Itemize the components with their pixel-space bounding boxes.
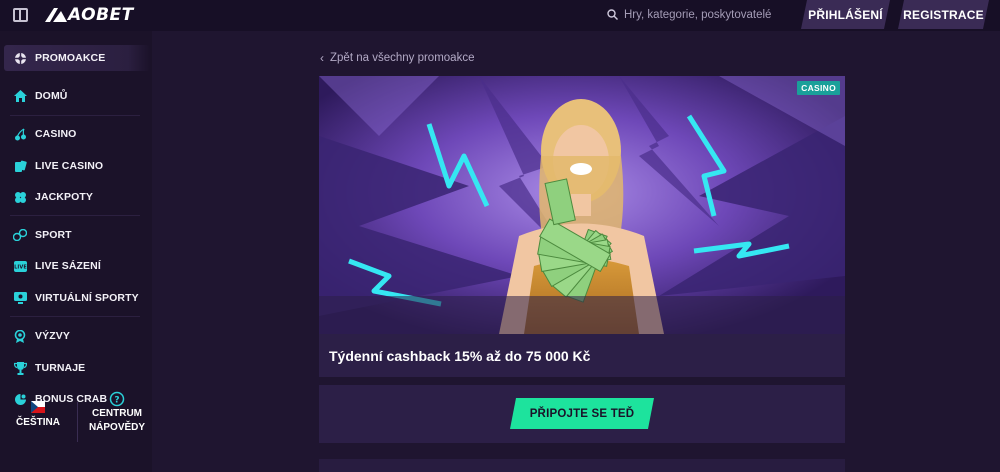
login-button[interactable]: PŘIHLÁŠENÍ <box>801 0 890 29</box>
help-label-line1: CENTRUM <box>92 408 142 419</box>
sidebar-item-label: DOMŮ <box>35 90 68 102</box>
divider <box>10 316 140 317</box>
language-label: ČEŠTINA <box>16 417 60 428</box>
sidebar-item-jackpoty[interactable]: JACKPOTY <box>0 184 152 210</box>
top-bar: AOBET PŘIHLÁŠENÍ REGISTRACE <box>0 0 1000 31</box>
sidebar-item-label: VÝZVY <box>35 330 70 342</box>
sidebar-item-live-sazeni[interactable]: LIVE LIVE SÁZENÍ <box>0 253 152 279</box>
cards-icon <box>13 159 27 173</box>
help-icon: ? <box>109 391 125 407</box>
medal-icon <box>13 329 27 343</box>
search-input[interactable] <box>624 5 794 25</box>
trophy-icon <box>13 361 27 375</box>
register-button[interactable]: REGISTRACE <box>898 0 989 29</box>
details-card <box>319 459 845 472</box>
czech-flag-icon <box>31 401 45 413</box>
logo-text: AOBET <box>68 5 134 25</box>
sidebar-item-label: LIVE SÁZENÍ <box>35 260 101 272</box>
sidebar-item-virtualni-sporty[interactable]: VIRTUÁLNÍ SPORTY <box>0 285 152 311</box>
back-to-promotions-link[interactable]: ‹ Zpět na všechny promoakce <box>320 51 474 65</box>
sidebar-item-casino[interactable]: CASINO <box>0 121 152 147</box>
svg-text:?: ? <box>114 396 119 406</box>
sidebar-item-label: CASINO <box>35 128 77 140</box>
home-icon <box>13 89 27 103</box>
logo[interactable]: AOBET <box>45 5 134 25</box>
category-badge: CASINO <box>797 81 840 95</box>
search-icon <box>607 9 618 20</box>
divider <box>10 215 140 216</box>
footer-divider <box>77 402 78 442</box>
clover-icon <box>13 190 27 204</box>
sidebar-toggle-icon[interactable] <box>13 8 28 22</box>
gift-icon <box>13 51 27 65</box>
promo-title: Týdenní cashback 15% až do 75 000 Kč <box>329 348 591 364</box>
sidebar-item-domu[interactable]: DOMŮ <box>0 83 152 109</box>
help-label-line2: NÁPOVĚDY <box>88 422 146 433</box>
logo-mark-icon <box>45 8 67 22</box>
back-link-label: Zpět na všechny promoakce <box>330 52 475 64</box>
sidebar-item-promoakce[interactable]: PROMOAKCE <box>4 45 150 71</box>
sidebar-item-turnaje[interactable]: TURNAJE <box>0 355 152 381</box>
sidebar-item-label: PROMOAKCE <box>35 52 106 64</box>
join-now-button[interactable]: PŘIPOJTE SE TEĎ <box>510 398 654 429</box>
sidebar-item-vyzvy[interactable]: VÝZVY <box>0 323 152 349</box>
sidebar-item-label: TURNAJE <box>35 362 86 374</box>
monitor-icon <box>13 291 27 305</box>
help-label: CENTRUM NÁPOVĚDY <box>84 407 150 435</box>
promo-banner-image <box>319 76 845 334</box>
sports-icon <box>13 228 27 242</box>
help-center-link[interactable]: ? CENTRUM NÁPOVĚDY <box>84 389 150 439</box>
promo-card[interactable]: CASINO Týdenní cashback 15% až do 75 000… <box>319 76 845 377</box>
svg-text:LIVE: LIVE <box>14 264 27 270</box>
language-selector[interactable]: ČEŠTINA <box>6 395 72 435</box>
divider <box>10 115 140 116</box>
cherries-icon <box>13 127 27 141</box>
sidebar-item-label: LIVE CASINO <box>35 160 104 172</box>
sidebar-item-label: VIRTUÁLNÍ SPORTY <box>35 292 139 304</box>
chevron-left-icon: ‹ <box>320 51 324 65</box>
sidebar-item-sport[interactable]: SPORT <box>0 222 152 248</box>
search-box[interactable] <box>598 2 796 28</box>
sidebar-item-live-casino[interactable]: LIVE CASINO <box>0 153 152 179</box>
live-icon: LIVE <box>13 259 27 273</box>
sidebar-item-label: SPORT <box>35 229 72 241</box>
cta-card: PŘIPOJTE SE TEĎ <box>319 385 845 443</box>
sidebar-item-label: JACKPOTY <box>35 191 93 203</box>
